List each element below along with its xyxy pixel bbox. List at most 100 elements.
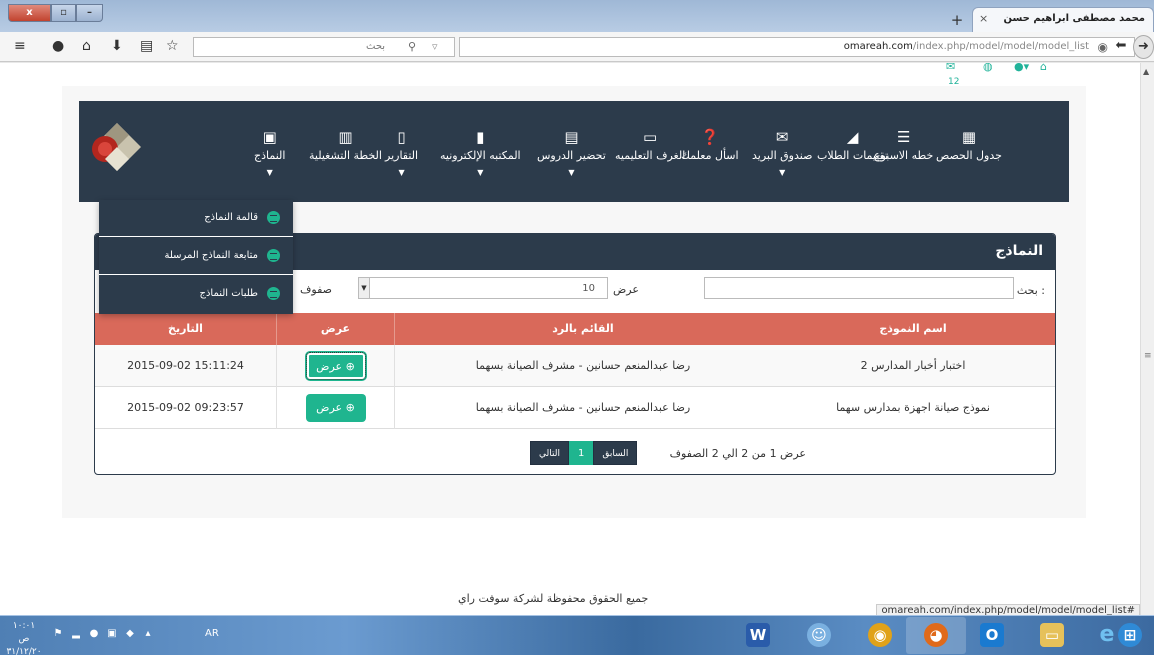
url-text: omareah.com/index.php/model/model/model_… [843,41,1089,52]
envelope-icon: ✉ [775,128,789,146]
cell-view: عرض ⊕ [276,387,394,429]
browser-tab[interactable]: × محمد مصطفى ابراهيم حسن [972,7,1154,32]
taskbar-app-outlook[interactable]: O [962,617,1022,654]
mail-icon[interactable]: ✉ [946,63,955,73]
window-close-button[interactable]: x [8,4,51,22]
antivirus-icon[interactable]: ◆ [124,628,136,640]
chevron-down-icon[interactable]: ▼ [359,278,370,298]
dropdown-item-forms-list[interactable]: قالمة النماذج [99,200,293,237]
site-identity-icon[interactable]: ◉ [1098,40,1108,54]
download-icon[interactable]: ⬇ [111,38,123,54]
next-page-button[interactable]: التالي [530,441,569,465]
dropdown-item-label: متابعة النماذج المرسلة [164,250,258,261]
user-top-icons: ✉ 12 ◍ ●▾ ⌂ [936,63,1047,87]
dropdown-item-form-requests[interactable]: طلبات النماذج [99,276,293,313]
nav-item-6[interactable]: ▭ الغرف التعليميه [615,128,685,163]
globe-icon[interactable]: ◍ [983,63,993,73]
flag-icon[interactable]: ⚑ [52,628,64,640]
folder-icon: ▭ [1040,623,1064,647]
page-length-select[interactable]: ▼ 10 [358,277,608,299]
search-icon: ⚲ [408,40,417,53]
window-controls: x ▫ – [8,4,103,22]
taskbar-app-firefox[interactable]: ◕ [906,617,966,654]
nav-item-label: المكتبه الإلكترونيه [440,149,521,162]
menu-icon[interactable]: ≡ [14,38,26,54]
bookmark-star-icon[interactable]: ☆ [166,38,179,54]
browser-titlebar: x ▫ – + × محمد مصطفى ابراهيم حسن [0,0,1154,32]
window-maximize-button[interactable]: ▫ [51,4,76,22]
clock-time: ١٠:٠١ ص [12,621,36,644]
taskbar-clock[interactable]: ١٠:٠١ ص ٣١/١٢/٢٠ [6,620,42,655]
search-placeholder: بحث [366,41,386,52]
search-engine-icon[interactable]: ▿ [432,40,438,53]
caret-down-icon: ▼ [779,168,786,177]
footer-copyright: جميع الحقوق محفوظة لشركة سوفت راي [458,592,649,605]
view-button[interactable]: عرض ⊕ [305,394,366,422]
nav-item-9[interactable]: ▯ التقارير ▼ [385,128,418,178]
taskbar-app-explorer[interactable]: ▭ [1022,617,1082,654]
table-info: عرض 1 من 2 الي 2 الصفوف [669,447,806,460]
back-arrow-icon[interactable]: ⬅ [1111,38,1131,56]
start-button[interactable]: ⊞ [1110,617,1154,654]
nav-item-1[interactable]: ▦ جدول الحصص [936,129,1002,163]
column-header-name[interactable]: اسم النموذج [771,313,1055,345]
taskbar-app-word[interactable]: W [728,617,788,654]
column-header-responder[interactable]: القائم بالرد [394,313,771,345]
caret-down-icon: ▼ [568,168,575,177]
tab-close-icon[interactable]: × [979,12,988,25]
file-icon: ▯ [397,128,406,146]
nav-item-11[interactable]: ▣ النماذج ▼ [254,129,285,178]
caret-down-icon: ▼ [398,168,405,177]
spotify-icon [267,287,280,300]
cell-date: 2015-09-02 15:11:24 [127,359,244,372]
cell-responder: رضا عبدالمنعم حسانين - مشرف الصيانة بسهم… [394,345,771,387]
nav-item-5[interactable]: ❓ اسأل معلمك [681,129,739,163]
chevron-up-icon[interactable]: ▴ [142,628,154,640]
network-icon[interactable]: ▣ [106,628,118,640]
spotify-icon [267,249,280,262]
nav-item-7[interactable]: ▤ تحضير الدروس ▼ [537,129,606,178]
browser-search-input[interactable]: ▿ ⚲ بحث [193,37,455,57]
table-row: اختبار أخبار المدارس 2 رضا عبدالمنعم حسا… [95,345,1055,387]
user-icon[interactable]: ●▾ [1014,63,1029,73]
address-bar[interactable]: omareah.com/index.php/model/model/model_… [459,37,1135,57]
status-bar-url: omareah.com/index.php/model/model/model_… [876,604,1140,615]
table-search-input[interactable] [704,277,1014,299]
forward-button[interactable]: ➜ [1133,35,1154,59]
main-navbar: ▦ جدول الحصص ☰ خطه الاسبوع ◢ تقييمات الطلاب ✉ ص… [79,101,1069,202]
home-icon[interactable]: ⌂ [1040,63,1047,73]
prev-page-button[interactable]: السابق [593,441,638,465]
new-tab-button[interactable]: + [946,10,968,30]
scroll-grip-icon[interactable]: ≡ [1144,351,1152,361]
signal-icon[interactable]: ▂ [70,628,82,640]
nav-item-label: اسأل معلمك [681,149,739,162]
zoom-icon: ⊕ [345,401,355,414]
vertical-scrollbar[interactable]: ▲ ≡ [1140,63,1154,615]
scroll-up-icon[interactable]: ▲ [1143,67,1149,76]
zoom-icon: ⊕ [345,360,355,373]
table-header: اسم النموذج القائم بالرد عرض التاريخ [95,313,1055,345]
column-header-date[interactable]: التاريخ [95,313,276,345]
pagination: التالي 1 السابق [530,441,638,465]
nav-item-10[interactable]: ▥ الخطة التشغيلية [309,129,382,163]
page-viewport: ✉ 12 ◍ ●▾ ⌂ ▦ جدول الحصص ☰ خطه الاسبوع ◢ تقيي… [0,63,1140,615]
dropdown-item-label: طلبات النماذج [199,288,258,299]
chat-icon[interactable]: ● [52,38,64,54]
taskbar-app-messenger[interactable]: ☺ [789,617,849,654]
view-button[interactable]: عرض ⊕ [305,352,366,380]
nav-item-8[interactable]: ▮ المكتبه الإلكترونيه ▼ [440,129,521,178]
bluetooth-icon[interactable]: ● [88,628,100,640]
nav-item-label: الخطة التشغيلية [309,149,382,162]
home-icon[interactable]: ⌂ [82,38,91,54]
column-header-view[interactable]: عرض [276,313,394,345]
nav-item-3[interactable]: ◢ تقييمات الطلاب [817,129,888,163]
nav-item-4[interactable]: ✉ صندوق البريد ▼ [752,128,812,178]
window-minimize-button[interactable]: – [76,4,103,22]
clock-date: ٣١/١٢/٢٠ [6,647,42,655]
monitor-icon: ▭ [643,128,658,146]
reading-list-icon[interactable]: ▤ [140,38,153,54]
language-indicator[interactable]: AR [205,628,219,639]
taskbar-app-chrome[interactable]: ◉ [850,617,910,654]
page-1-button[interactable]: 1 [568,441,594,465]
dropdown-item-sent-forms[interactable]: متابعة النماذج المرسلة [99,238,293,275]
